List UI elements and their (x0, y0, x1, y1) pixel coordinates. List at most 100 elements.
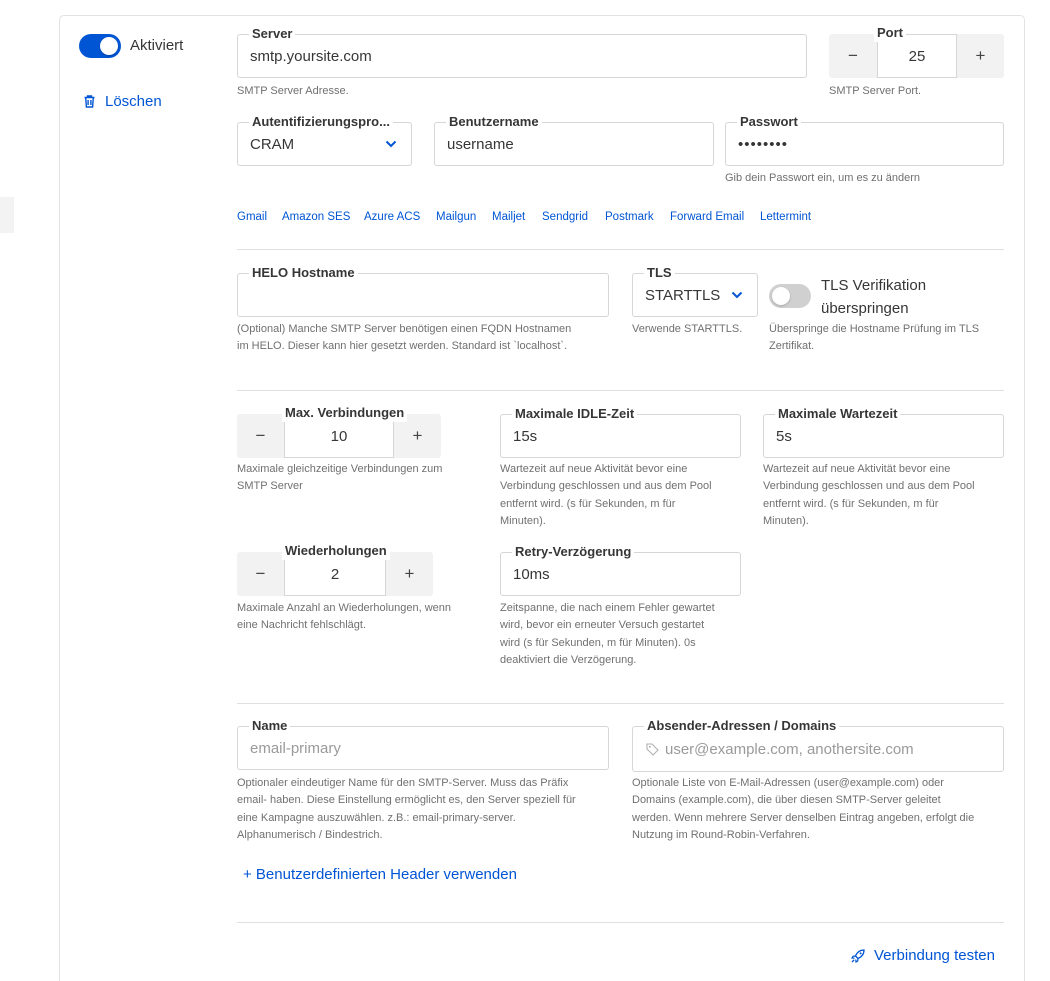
retries-help: Maximale Anzahl an Wiederholungen, wenn … (237, 600, 451, 635)
help-line: deaktiviert die Verzögerung. (500, 653, 637, 666)
name-field[interactable]: Name email-primary (237, 717, 609, 770)
provider-link-mailgun[interactable]: Mailgun (436, 211, 476, 223)
port-stepper: − 25 + Port (829, 24, 1004, 78)
retry-delay-help: Zeitspanne, die nach einem Fehler gewart… (500, 600, 715, 669)
section-divider (237, 922, 1004, 923)
wait-time-label: Maximale Wartezeit (775, 405, 901, 423)
idle-time-input[interactable]: 15s (513, 415, 537, 457)
add-custom-headers-button[interactable]: + Benutzerdefinierten Header verwenden (243, 866, 517, 883)
provider-link-amazon-ses[interactable]: Amazon SES (282, 211, 350, 223)
retries-label: Wiederholungen (282, 542, 390, 560)
help-line: im HELO. Dieser kann hier gesetzt werden… (237, 340, 568, 353)
sender-addresses-help: Optionale Liste von E-Mail-Adressen (use… (632, 775, 974, 844)
retries-decrement-button[interactable]: − (237, 552, 284, 596)
username-input[interactable]: username (447, 123, 514, 165)
retry-delay-field[interactable]: Retry-Verzögerung 10ms (500, 543, 741, 596)
server-field[interactable]: Server smtp.yoursite.com (237, 25, 807, 78)
test-connection-label: Verbindung testen (874, 947, 995, 964)
help-line: Optionale Liste von E-Mail-Adressen (use… (632, 777, 944, 789)
help-line: Verbindung geschlossen und aus dem Pool (763, 480, 975, 493)
chevron-down-icon (385, 140, 397, 148)
retries-stepper: − 2 + Wiederholungen (237, 542, 433, 596)
max-connections-help: Maximale gleichzeitige Verbindungen zum … (237, 461, 442, 496)
tls-value: STARTTLS (645, 286, 721, 304)
label-line: TLS Verifikation (821, 277, 927, 294)
tls-select[interactable]: TLS STARTTLS (632, 264, 758, 317)
delete-button[interactable]: Löschen (83, 93, 162, 110)
help-line: SMTP Server (237, 480, 303, 493)
wait-time-field[interactable]: Maximale Wartezeit 5s (763, 405, 1004, 458)
enabled-toggle[interactable] (79, 34, 121, 58)
help-line: Wartezeit auf neue Aktivität bevor eine (500, 463, 688, 475)
help-line: Wartezeit auf neue Aktivität bevor eine (763, 463, 951, 475)
server-help: SMTP Server Adresse. (237, 85, 349, 97)
idle-time-help: Wartezeit auf neue Aktivität bevor eine … (500, 461, 712, 530)
tls-skip-verify-label: TLS Verifikation überspringen (821, 274, 926, 320)
tls-help: Verwende STARTTLS. (632, 323, 743, 335)
helo-hostname-help: (Optional) Manche SMTP Server benötigen … (237, 321, 571, 356)
help-line: Optionaler eindeutiger Name für den SMTP… (237, 777, 569, 789)
server-input[interactable]: smtp.yoursite.com (250, 35, 372, 77)
password-field[interactable]: Passwort •••••••• (725, 113, 1004, 166)
help-line: email- haben. Diese Einstellung ermöglic… (237, 794, 576, 807)
section-divider (237, 703, 1004, 704)
idle-time-field[interactable]: Maximale IDLE-Zeit 15s (500, 405, 741, 458)
retry-delay-input[interactable]: 10ms (513, 553, 550, 595)
help-line: Alphanumerisch / Bindestrich. (237, 828, 383, 841)
help-line: (Optional) Manche SMTP Server benötigen … (237, 323, 572, 335)
sender-addresses-field[interactable]: Absender-Adressen / Domains user@example… (632, 717, 1004, 772)
name-help: Optionaler eindeutiger Name für den SMTP… (237, 775, 576, 844)
help-line: wird, bevor ein erneuter Versuch gestart… (500, 619, 705, 632)
test-connection-button[interactable]: Verbindung testen (851, 947, 995, 964)
provider-link-forward-email[interactable]: Forward Email (670, 211, 744, 223)
provider-link-sendgrid[interactable]: Sendgrid (542, 211, 588, 223)
label-line: überspringen (821, 300, 909, 317)
help-line: wird (s für Sekunden, m für Minuten). 0s (500, 636, 696, 649)
auth-protocol-select[interactable]: Autentifizierungspro... CRAM (237, 113, 412, 166)
help-line: eine Kampagne auszuwählen. z.B.: email-p… (237, 811, 516, 824)
help-line: Domains (example.com), die über diesen S… (632, 794, 941, 807)
help-line: entfernt wird. (s für Sekunden, m für (763, 497, 939, 510)
toggle-knob (772, 287, 790, 305)
tag-icon (646, 743, 659, 756)
delete-label: Löschen (105, 93, 162, 110)
provider-link-mailjet[interactable]: Mailjet (492, 211, 525, 223)
name-input[interactable]: email-primary (250, 727, 341, 769)
wait-time-input[interactable]: 5s (776, 415, 792, 457)
port-increment-button[interactable]: + (957, 34, 1004, 78)
help-line: werden. Wenn mehrere Server denselben Ei… (632, 811, 975, 824)
trash-icon (84, 95, 95, 108)
password-help: Gib dein Passwort ein, um es zu ändern (725, 172, 921, 184)
help-line: eine Nachricht fehlschlägt. (237, 619, 367, 632)
max-connections-decrement-button[interactable]: − (237, 414, 284, 458)
port-help: SMTP Server Port. (829, 85, 922, 97)
enabled-toggle-label: Aktiviert (130, 37, 184, 54)
help-line: Maximale gleichzeitige Verbindungen zum (237, 463, 443, 475)
help-line: Maximale Anzahl an Wiederholungen, wenn (237, 602, 452, 614)
help-line: Zeitspanne, die nach einem Fehler gewart… (500, 602, 715, 614)
provider-link-azure-acs[interactable]: Azure ACS (364, 211, 420, 223)
auth-protocol-value: CRAM (250, 135, 295, 153)
section-divider (237, 390, 1004, 391)
password-input[interactable]: •••••••• (738, 123, 788, 165)
help-line: Minuten). (763, 514, 809, 527)
provider-link-gmail[interactable]: Gmail (237, 211, 267, 223)
username-field[interactable]: Benutzername username (434, 113, 714, 166)
retries-increment-button[interactable]: + (386, 552, 433, 596)
help-line: Zertifikat. (769, 340, 815, 353)
left-sidebar-edge (0, 197, 14, 233)
chevron-down-icon (731, 291, 743, 299)
port-decrement-button[interactable]: − (829, 34, 877, 78)
help-line: Minuten). (500, 514, 546, 527)
tls-skip-verify-toggle[interactable] (769, 284, 811, 308)
rocket-icon (851, 948, 865, 963)
help-line: Verbindung geschlossen und aus dem Pool (500, 480, 712, 493)
provider-link-lettermint[interactable]: Lettermint (760, 211, 811, 223)
provider-link-postmark[interactable]: Postmark (605, 211, 654, 223)
helo-hostname-field[interactable]: HELO Hostname (237, 264, 609, 317)
help-line: entfernt wird. (s für Sekunden, m für (500, 497, 676, 510)
help-line: Überspringe die Hostname Prüfung im TLS (769, 323, 980, 335)
sender-addresses-input[interactable]: user@example.com, anothersite.com (665, 727, 914, 771)
toggle-knob (100, 37, 118, 55)
help-line: Nutzung im Round-Robin-Verfahren. (632, 828, 810, 841)
